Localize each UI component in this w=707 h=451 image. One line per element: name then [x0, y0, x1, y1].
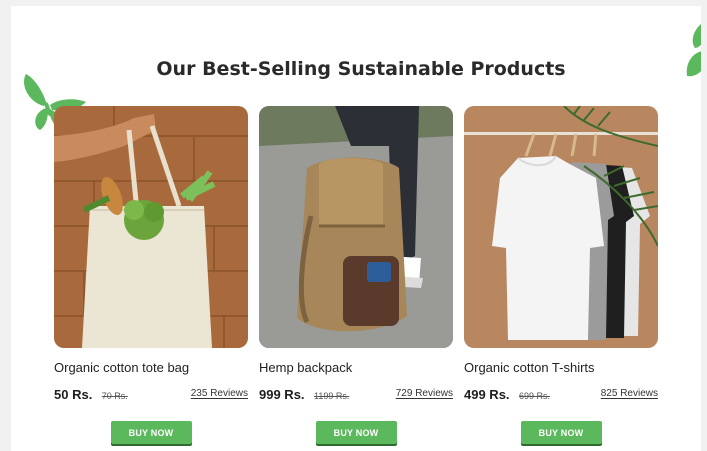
product-image[interactable] — [259, 106, 453, 348]
buy-now-button[interactable]: BUY NOW — [520, 421, 602, 444]
backpack-image — [259, 106, 453, 348]
reviews-link[interactable]: 825 Reviews — [601, 388, 658, 399]
product-price: 499 Rs. — [464, 387, 510, 402]
product-image[interactable] — [464, 106, 658, 348]
product-old-price: 1199 Rs. — [314, 391, 350, 401]
product-name[interactable]: Hemp backpack — [259, 360, 453, 378]
product-old-price: 70 Rs. — [101, 391, 128, 401]
reviews-link[interactable]: 235 Reviews — [191, 388, 248, 399]
product-card: Hemp backpack 999 Rs. 1199 Rs. 729 Revie… — [259, 106, 453, 444]
product-image[interactable] — [54, 106, 248, 348]
product-price: 999 Rs. — [259, 387, 305, 402]
product-name[interactable]: Organic cotton T-shirts — [464, 360, 658, 378]
reviews-link[interactable]: 729 Reviews — [396, 388, 453, 399]
section-title: Our Best-Selling Sustainable Products — [156, 58, 566, 80]
buy-now-button[interactable]: BUY NOW — [110, 421, 192, 444]
price-row: 999 Rs. 1199 Rs. 729 Reviews — [259, 386, 453, 404]
price-row: 499 Rs. 699 Rs. 825 Reviews — [464, 386, 658, 404]
tote-bag-image — [54, 106, 248, 348]
product-name[interactable]: Organic cotton tote bag — [54, 360, 248, 378]
product-card: Organic cotton tote bag 50 Rs. 70 Rs. 23… — [54, 106, 248, 444]
product-price: 50 Rs. — [54, 387, 93, 402]
price-row: 50 Rs. 70 Rs. 235 Reviews — [54, 386, 248, 404]
product-section: Our Best-Selling Sustainable Products Or… — [11, 6, 701, 451]
product-old-price: 699 Rs. — [519, 391, 551, 401]
product-card: Organic cotton T-shirts 499 Rs. 699 Rs. … — [464, 106, 658, 444]
tshirts-image — [464, 106, 658, 348]
buy-now-button[interactable]: BUY NOW — [315, 421, 397, 444]
